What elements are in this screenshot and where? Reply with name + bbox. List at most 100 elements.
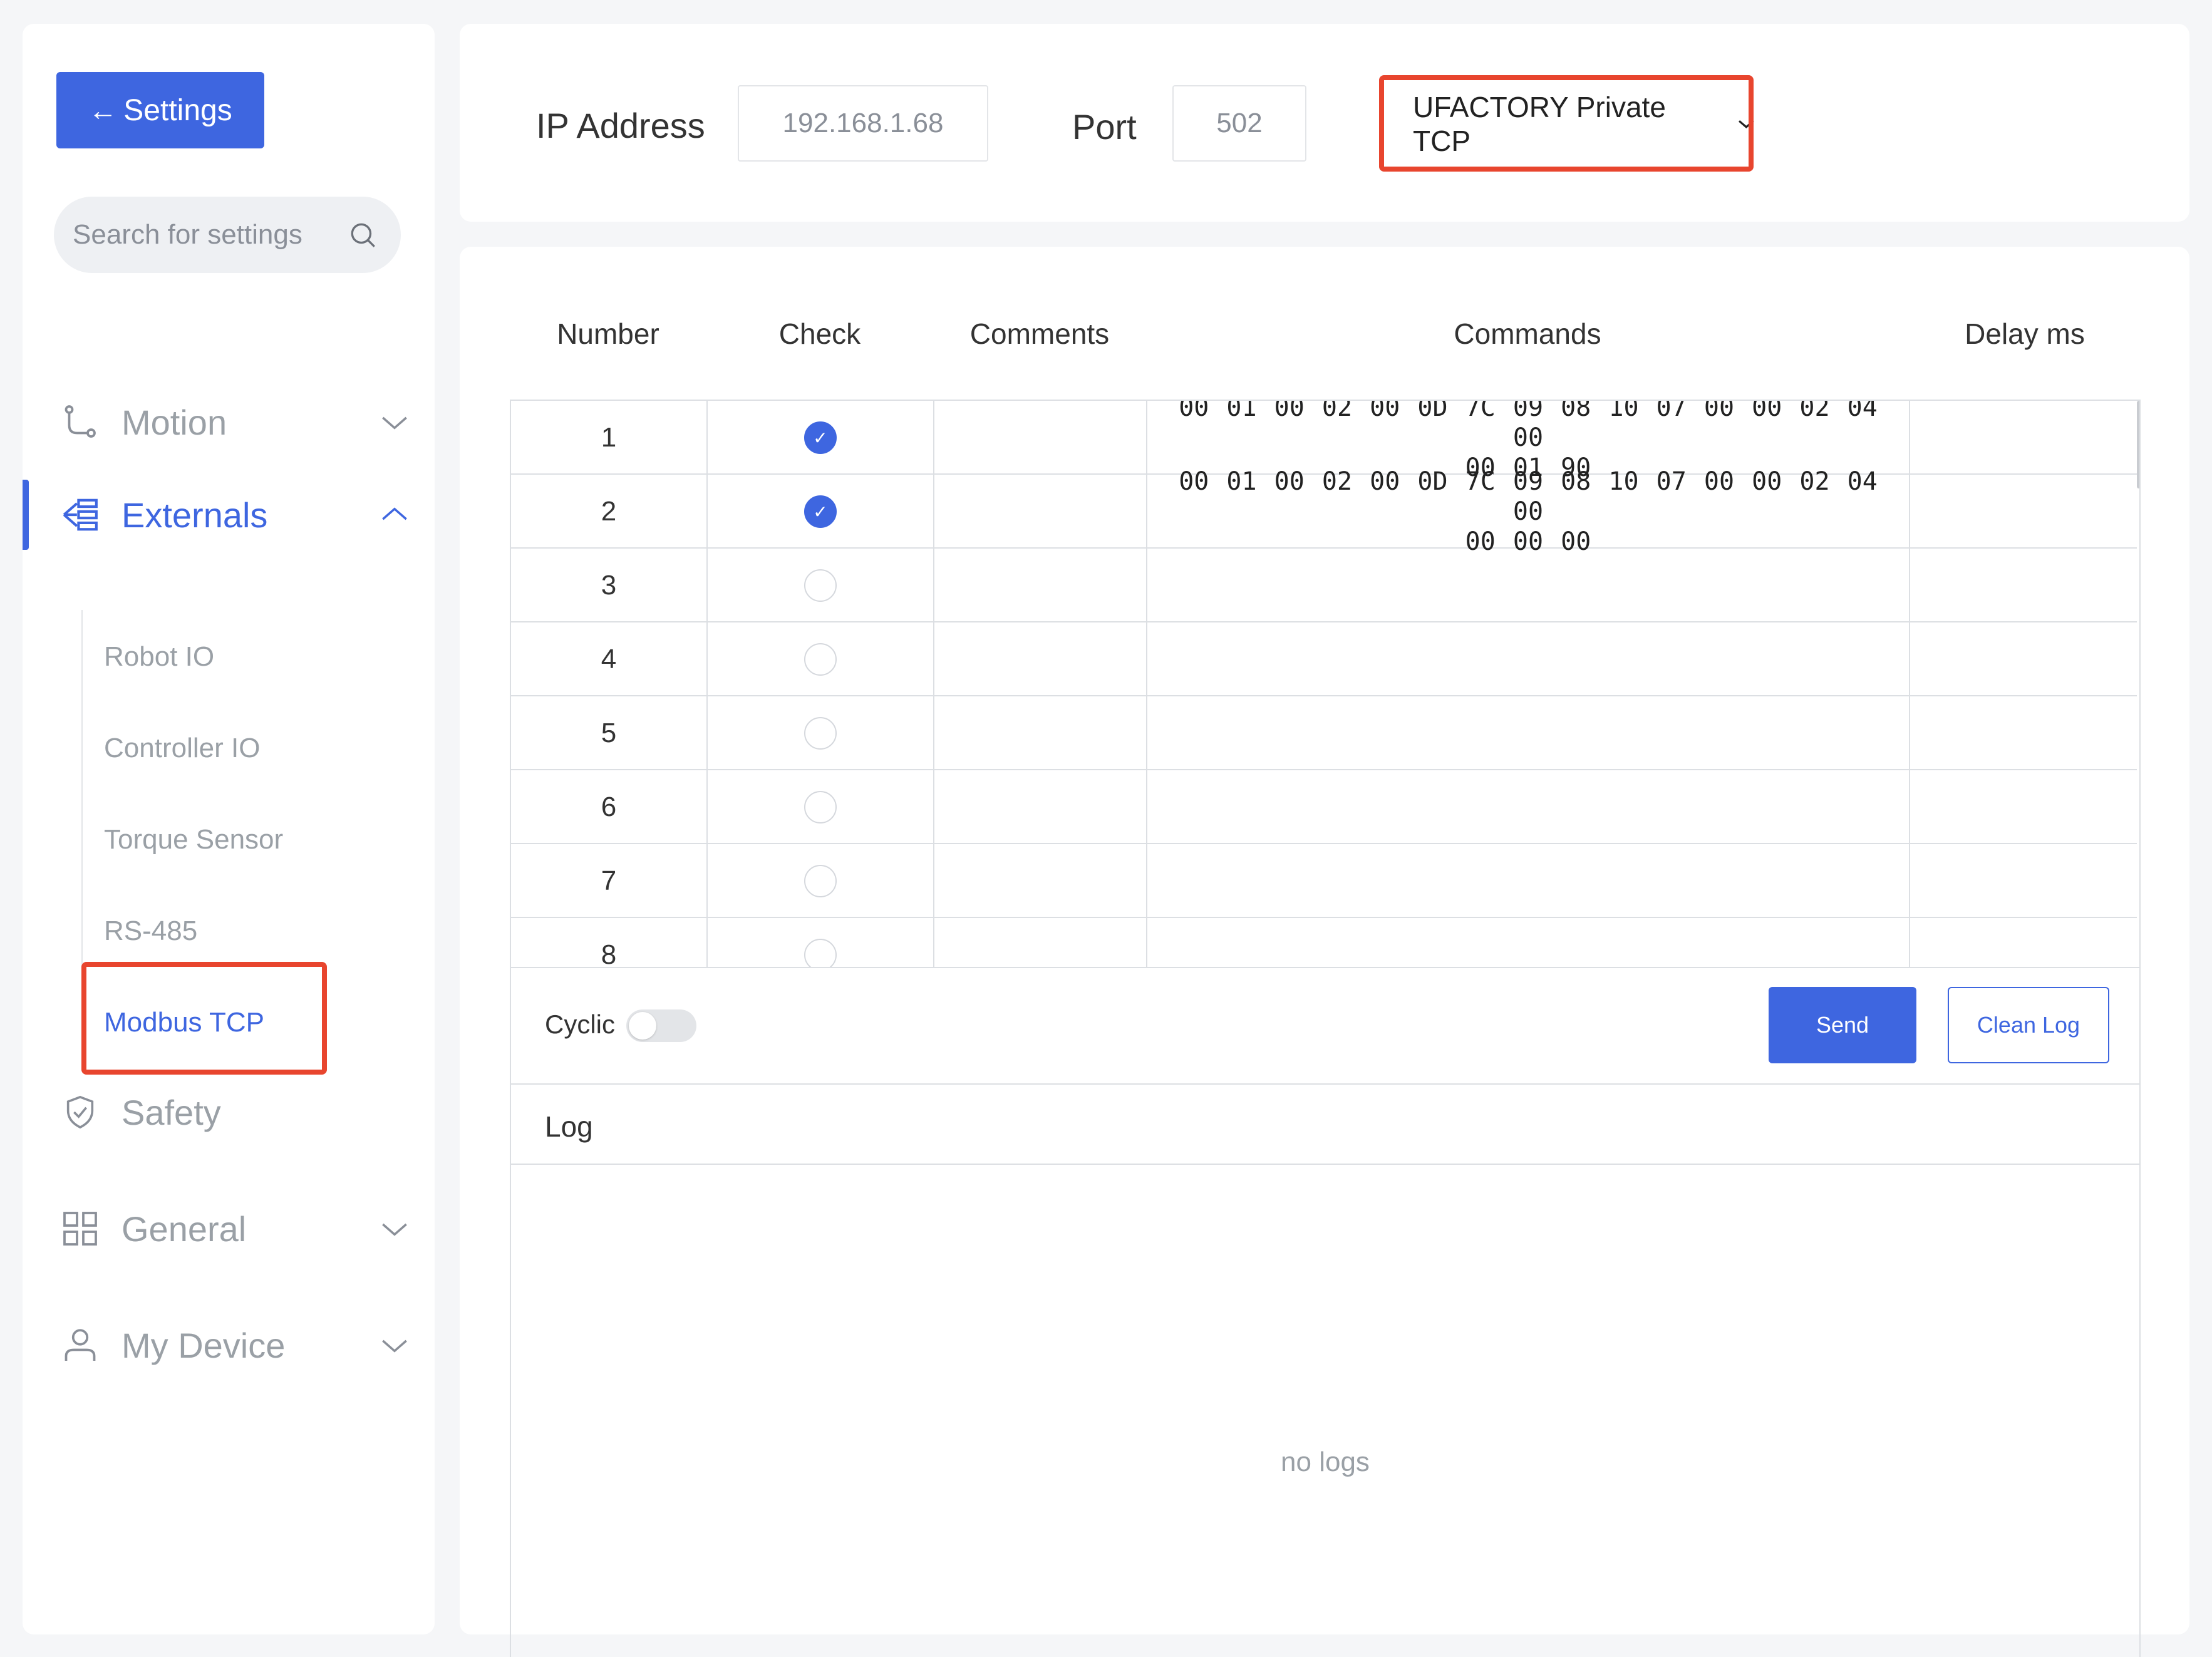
nav-item-motion[interactable]: Motion (23, 385, 435, 460)
chevron-down-icon (382, 416, 407, 430)
row-delay-cell[interactable] (1910, 549, 2137, 622)
row-checkbox[interactable]: ✓ (804, 421, 837, 454)
row-number: 4 (601, 644, 617, 674)
sub-item-robot-io[interactable]: Robot IO (104, 641, 214, 673)
externals-icon (60, 495, 100, 535)
row-number-cell: 7 (511, 844, 708, 918)
row-command-cell[interactable] (1147, 696, 1910, 770)
row-delay-cell[interactable] (1910, 770, 2137, 844)
send-button[interactable]: Send (1769, 987, 1916, 1063)
settings-sidebar: ← Settings Search for settings Motion Ex… (23, 24, 435, 1634)
row-delay-cell[interactable] (1910, 475, 2137, 549)
table-row: 2 ✓ 00 01 00 02 00 0D 7C 09 08 10 07 00 … (511, 467, 2137, 556)
clean-log-button[interactable]: Clean Log (1948, 987, 2109, 1063)
cyclic-label: Cyclic (545, 1009, 615, 1039)
table-row: 1 ✓ 00 01 00 02 00 0D 7C 09 08 10 07 00 … (511, 401, 2137, 482)
table-row: 6 (511, 770, 2137, 844)
nav-label-my-device: My Device (121, 1325, 286, 1365)
row-command-cell[interactable] (1147, 844, 1910, 918)
row-comment-cell[interactable] (934, 475, 1147, 549)
ip-address-input[interactable]: 192.168.1.68 (738, 85, 988, 162)
column-header-comments: Comments (969, 317, 1110, 350)
row-checkbox[interactable]: ✓ (804, 495, 837, 528)
chevron-up-icon (382, 507, 407, 520)
table-row: 3 (511, 549, 2137, 622)
nav-item-safety[interactable]: Safety (23, 1075, 435, 1150)
column-header-commands: Commands (1454, 317, 1601, 350)
nav-label-motion: Motion (121, 402, 227, 442)
row-checkbox[interactable] (804, 791, 837, 823)
log-title: Log (545, 1110, 593, 1143)
row-delay-cell[interactable] (1910, 696, 2137, 770)
nav-item-general[interactable]: General (23, 1191, 435, 1266)
ip-address-label: IP Address (536, 106, 705, 145)
row-check-cell (708, 770, 934, 844)
row-delay-cell[interactable] (1910, 918, 2137, 967)
row-number: 7 (601, 865, 617, 896)
row-check-cell (708, 622, 934, 696)
row-number: 5 (601, 718, 617, 748)
row-comment-cell[interactable] (934, 401, 1147, 475)
table-row: 8 (511, 918, 2137, 967)
sub-item-rs485[interactable]: RS-485 (104, 916, 197, 947)
search-placeholder: Search for settings (73, 219, 302, 250)
back-to-settings-button[interactable]: ← Settings (56, 72, 264, 148)
highlight-box-modbus-tcp (81, 962, 327, 1075)
row-command-cell[interactable] (1147, 549, 1910, 622)
row-check-cell (708, 844, 934, 918)
search-icon (351, 223, 375, 247)
table-scrollbar[interactable] (2137, 401, 2139, 488)
row-comment-cell[interactable] (934, 549, 1147, 622)
row-comment-cell[interactable] (934, 622, 1147, 696)
row-checkbox[interactable] (804, 717, 837, 750)
row-number: 2 (601, 496, 617, 527)
row-number-cell: 1 (511, 401, 708, 475)
log-header: Log (511, 1085, 2139, 1165)
row-checkbox[interactable] (804, 643, 837, 676)
shield-icon (60, 1092, 100, 1132)
toggle-knob (629, 1012, 656, 1040)
log-empty-text: no logs (1281, 1447, 1370, 1477)
sub-item-torque-sensor[interactable]: Torque Sensor (104, 824, 283, 855)
user-icon (60, 1325, 100, 1365)
row-command-line: 00 01 00 02 00 0D 7C 09 08 10 07 00 00 0… (1179, 401, 1878, 452)
settings-search-input[interactable]: Search for settings (54, 197, 401, 273)
row-delay-cell[interactable] (1910, 622, 2137, 696)
sub-item-controller-io[interactable]: Controller IO (104, 733, 260, 764)
port-input[interactable]: 502 (1172, 85, 1306, 162)
row-comment-cell[interactable] (934, 918, 1147, 967)
row-delay-cell[interactable] (1910, 401, 2137, 475)
table-row: 7 (511, 844, 2137, 918)
row-number-cell: 3 (511, 549, 708, 622)
row-number-cell: 5 (511, 696, 708, 770)
row-checkbox[interactable] (804, 569, 837, 602)
row-comment-cell[interactable] (934, 696, 1147, 770)
row-check-cell (708, 696, 934, 770)
table-row: 5 (511, 696, 2137, 770)
nav-label-externals: Externals (121, 495, 268, 535)
grid-icon (60, 1209, 100, 1249)
row-comment-cell[interactable] (934, 844, 1147, 918)
row-number-cell: 2 (511, 475, 708, 549)
row-command-cell[interactable]: 00 01 00 02 00 0D 7C 09 08 10 07 00 00 0… (1147, 401, 1910, 482)
highlight-box-protocol (1379, 75, 1754, 172)
action-bar: Cyclic Send Clean Log (511, 967, 2139, 1085)
nav-item-my-device[interactable]: My Device (23, 1308, 435, 1383)
nav-item-externals[interactable]: Externals (23, 477, 435, 552)
row-delay-cell[interactable] (1910, 844, 2137, 918)
nav-label-general: General (121, 1209, 247, 1249)
nav-label-safety: Safety (121, 1092, 221, 1132)
row-comment-cell[interactable] (934, 770, 1147, 844)
row-checkbox[interactable] (804, 865, 837, 897)
row-checkbox[interactable] (804, 939, 837, 967)
row-command-cell[interactable] (1147, 622, 1910, 696)
port-label: Port (1072, 107, 1137, 147)
arrow-left-icon: ← (88, 94, 118, 126)
row-command-cell[interactable]: 00 01 00 02 00 0D 7C 09 08 10 07 00 00 0… (1147, 467, 1910, 556)
row-command-cell[interactable] (1147, 770, 1910, 844)
row-check-cell: ✓ (708, 401, 934, 475)
cyclic-toggle[interactable] (626, 1009, 696, 1042)
row-command-cell[interactable] (1147, 918, 1910, 967)
table-row: 4 (511, 622, 2137, 696)
table-rows-scroll-area[interactable]: 1 ✓ 00 01 00 02 00 0D 7C 09 08 10 07 00 … (511, 401, 2139, 967)
